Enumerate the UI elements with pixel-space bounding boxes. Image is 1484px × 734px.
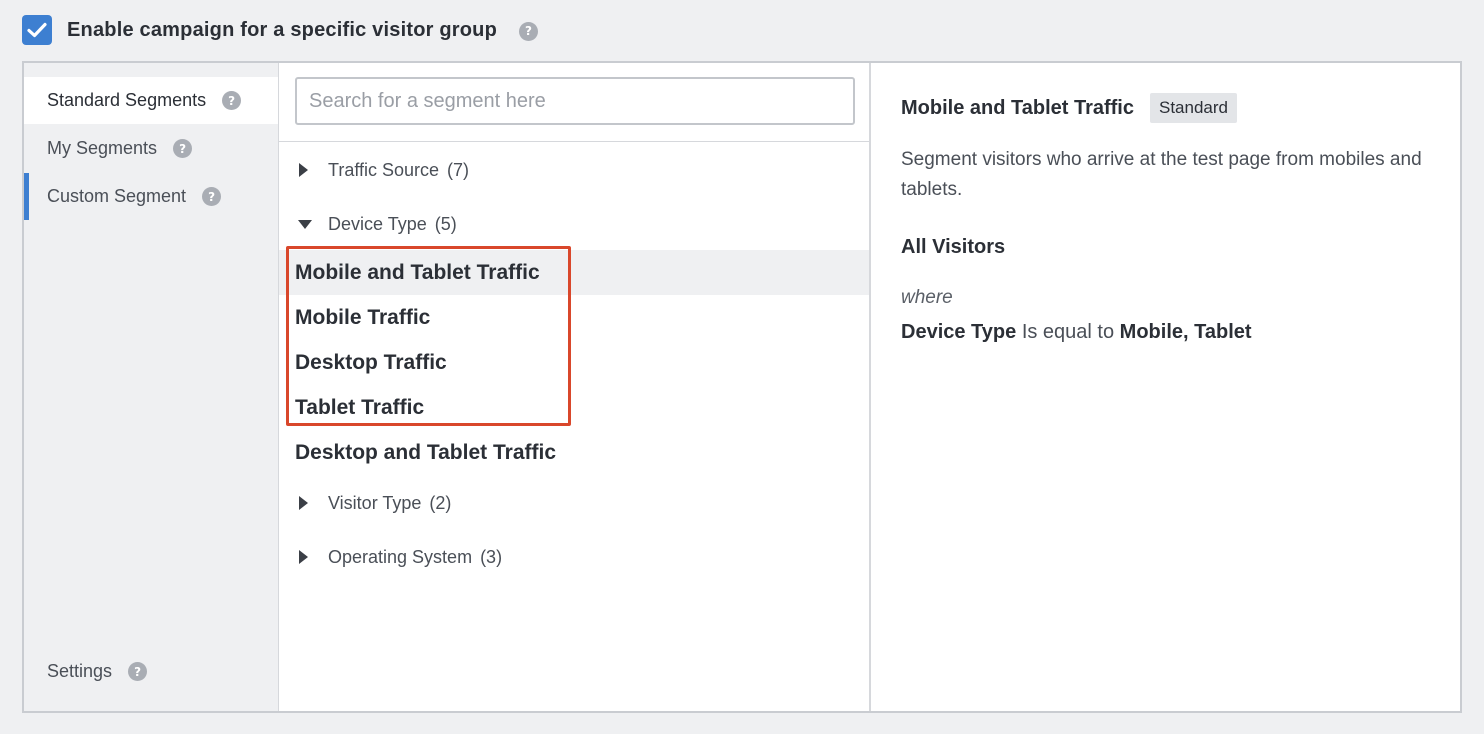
segment-search-box <box>295 77 855 125</box>
category-count: (2) <box>429 492 452 513</box>
category-label: Operating System <box>328 546 473 567</box>
category-device-type[interactable]: Device Type (5) <box>298 209 457 239</box>
sidebar-item-my-segments[interactable]: My Segments ? <box>24 125 278 172</box>
caret-right-icon <box>299 550 308 564</box>
enable-campaign-label[interactable]: Enable campaign for a specific visitor g… <box>67 19 497 42</box>
sidebar-item-label: Settings <box>47 661 113 681</box>
help-icon[interactable]: ? <box>222 91 242 110</box>
divider <box>279 141 869 142</box>
rule-value: Mobile, Tablet <box>1119 321 1252 343</box>
rule-operator: Is equal to <box>1021 321 1115 343</box>
segment-type-badge: Standard <box>1150 93 1237 123</box>
detail-header: Mobile and Tablet Traffic Standard <box>901 93 1237 123</box>
category-operating-system[interactable]: Operating System (3) <box>299 542 502 572</box>
category-label: Visitor Type <box>328 492 422 513</box>
help-icon[interactable]: ? <box>173 139 193 158</box>
sidebar-item-label: Custom Segment <box>47 186 187 206</box>
segment-item-mobile[interactable]: Mobile Traffic <box>279 295 869 340</box>
segment-detail-pane: Mobile and Tablet Traffic Standard Segme… <box>873 63 1460 711</box>
sidebar-item-standard-segments[interactable]: Standard Segments ? <box>24 77 278 124</box>
enable-campaign-checkbox[interactable] <box>22 15 52 45</box>
sidebar-item-custom-segment[interactable]: Custom Segment ? <box>24 173 278 220</box>
category-traffic-source[interactable]: Traffic Source (7) <box>299 155 469 185</box>
segment-rule: Device Type Is equal to Mobile, Tablet <box>901 321 1252 344</box>
help-icon[interactable]: ? <box>202 187 222 206</box>
sidebar-item-label: Standard Segments <box>47 90 207 110</box>
enable-campaign-row: Enable campaign for a specific visitor g… <box>22 14 539 46</box>
sidebar-item-label: My Segments <box>47 138 158 158</box>
segment-list-column: Traffic Source (7) Device Type (5) Mobil… <box>279 63 871 711</box>
category-count: (7) <box>447 159 470 180</box>
help-icon[interactable]: ? <box>519 21 539 41</box>
caret-down-icon <box>298 219 312 229</box>
segment-search-input[interactable] <box>309 79 853 123</box>
where-label: where <box>901 287 953 308</box>
sidebar-item-settings[interactable]: Settings ? <box>24 648 278 695</box>
segment-sidebar: Standard Segments ? My Segments ? Custom… <box>24 63 279 711</box>
segment-item-tablet[interactable]: Tablet Traffic <box>279 385 869 430</box>
audience-label: All Visitors <box>901 236 1006 258</box>
category-count: (5) <box>434 213 457 234</box>
detail-title: Mobile and Tablet Traffic <box>901 96 1134 119</box>
category-label: Device Type <box>328 213 427 234</box>
segment-item-desktop[interactable]: Desktop Traffic <box>279 340 869 385</box>
category-count: (3) <box>480 546 503 567</box>
rule-field: Device Type <box>901 321 1017 343</box>
help-icon[interactable]: ? <box>128 662 148 681</box>
category-visitor-type[interactable]: Visitor Type (2) <box>299 488 451 518</box>
caret-right-icon <box>299 163 308 177</box>
detail-description: Segment visitors who arrive at the test … <box>901 149 1422 200</box>
segment-panel: Standard Segments ? My Segments ? Custom… <box>22 61 1462 713</box>
segment-item-mobile-and-tablet[interactable]: Mobile and Tablet Traffic <box>279 250 869 295</box>
checkmark-icon <box>27 22 47 38</box>
segment-item-desktop-and-tablet[interactable]: Desktop and Tablet Traffic <box>279 430 869 475</box>
caret-right-icon <box>299 496 308 510</box>
category-label: Traffic Source <box>328 159 440 180</box>
